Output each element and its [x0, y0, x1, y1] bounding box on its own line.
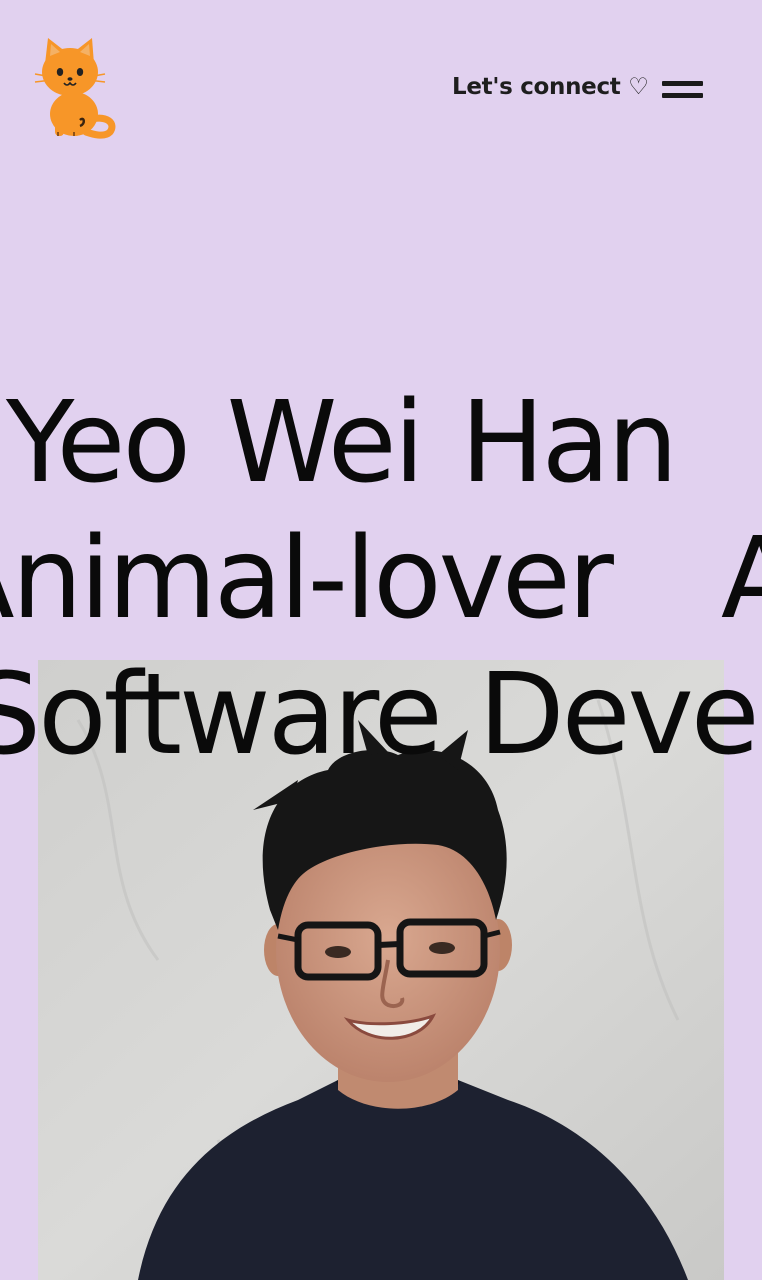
menu-bar-bottom [662, 93, 703, 98]
hero-tagline-row: Animal-lover Animal-lover [0, 519, 762, 639]
hero-role-text: Software Developer [0, 655, 762, 775]
lets-connect-link[interactable]: Let's connect ♡ [452, 74, 649, 100]
hero-tagline-text: Animal-lover [0, 519, 614, 639]
hero-tagline-text-repeat: Animal-lover [720, 519, 762, 639]
cat-logo-icon[interactable] [30, 34, 120, 140]
site-header: Let's connect ♡ [0, 0, 762, 150]
hamburger-menu-icon[interactable] [660, 78, 706, 106]
menu-bar-top [662, 81, 703, 86]
hero-name-row: Yeo Wei Han [0, 383, 762, 503]
hero-tagline-track: Animal-lover Animal-lover [0, 519, 762, 639]
hero-name-text: Yeo Wei Han [6, 383, 678, 503]
hero-role-row: Software Developer [0, 655, 762, 775]
